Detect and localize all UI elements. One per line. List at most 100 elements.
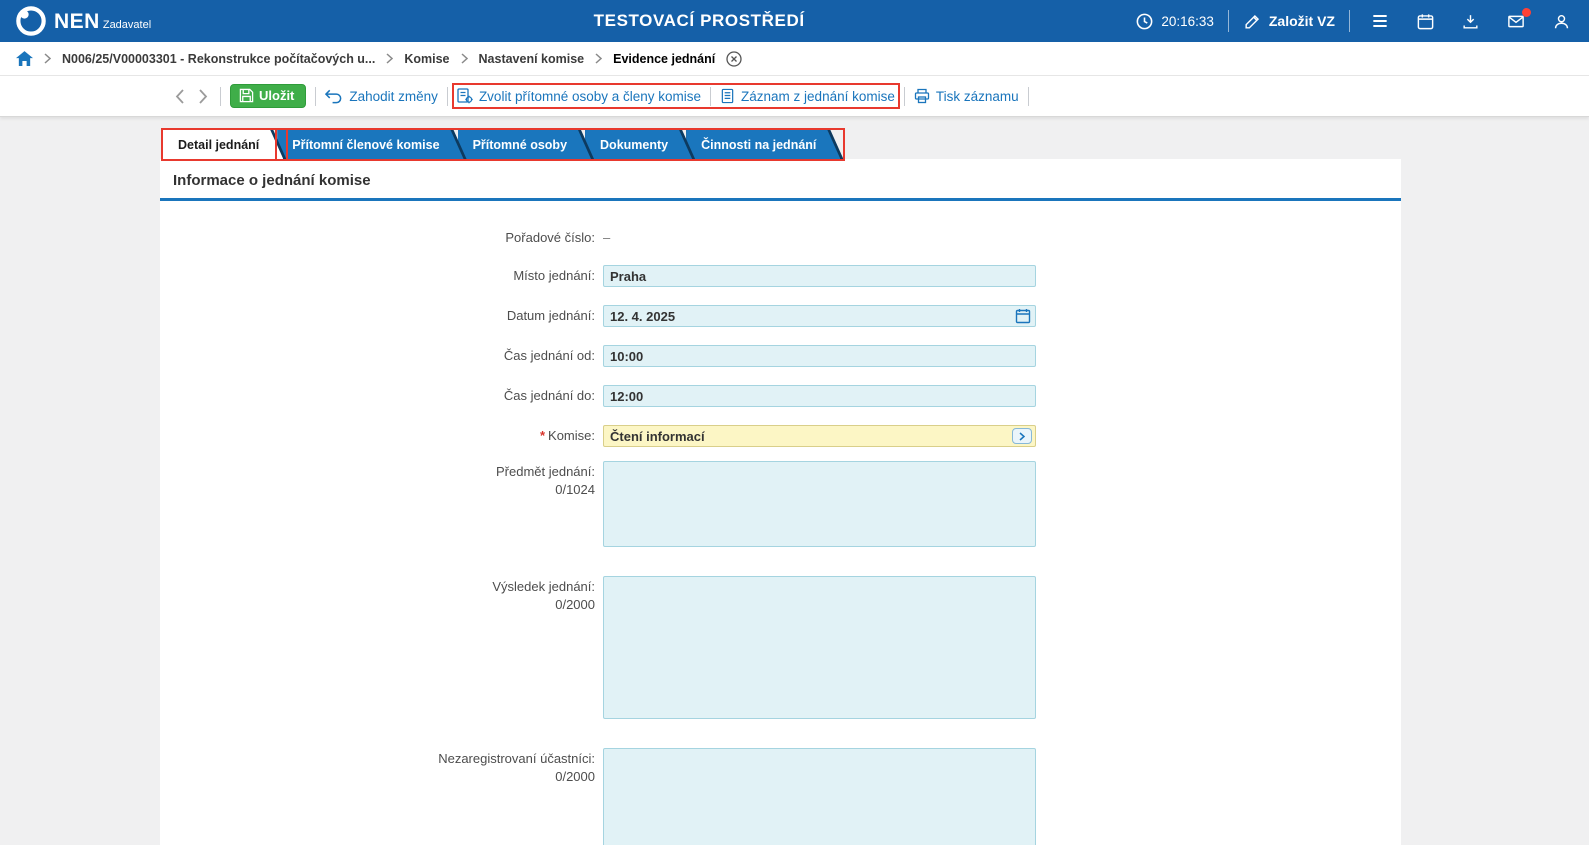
home-icon[interactable] — [16, 51, 33, 66]
predmet-jednani-textarea[interactable] — [603, 461, 1036, 547]
char-counter: 0/2000 — [160, 597, 595, 613]
toolbar-separator — [1028, 87, 1029, 106]
new-vz-button[interactable]: Založit VZ — [1243, 12, 1335, 31]
menu-icon[interactable] — [1370, 11, 1390, 31]
tabs: Detail jednání Přítomní členové komise P… — [163, 130, 1589, 159]
ucastnici-textarea[interactable] — [603, 748, 1036, 845]
document-icon — [720, 88, 735, 104]
breadcrumb-item-nastaveni-komise[interactable]: Nastavení komise — [479, 52, 585, 66]
mail-icon[interactable] — [1506, 12, 1526, 31]
print-label: Tisk záznamu — [936, 89, 1019, 104]
form-row-predmet: Předmět jednání: 0/1024 — [160, 461, 1401, 552]
cas-jednani-do-input[interactable] — [603, 385, 1036, 407]
toolbar: Uložit Zahodit změny Zvolit přítomné oso… — [0, 76, 1589, 117]
record-button[interactable]: Záznam z jednání komise — [720, 88, 895, 104]
clock-icon — [1135, 12, 1154, 31]
nav-back-button[interactable] — [172, 87, 187, 106]
download-icon[interactable] — [1461, 12, 1480, 31]
datum-jednani-input[interactable] — [603, 305, 1036, 327]
brand[interactable]: NEN Zadavatel — [54, 11, 151, 32]
toolbar-separator — [220, 87, 221, 106]
tab-label: Přítomné osoby — [473, 138, 567, 152]
form-row-ucastnici: Nezaregistrovaní účastníci: 0/2000 — [160, 748, 1401, 845]
content-panel: Informace o jednání komise Pořadové čísl… — [160, 159, 1401, 845]
cas-jednani-od-input[interactable] — [603, 345, 1036, 367]
form-row-vysledek: Výsledek jednání: 0/2000 — [160, 576, 1401, 724]
komise-label: Komise: — [548, 428, 595, 443]
main-area: Detail jednání Přítomní členové komise P… — [0, 130, 1589, 845]
field-label: Pořadové číslo: — [160, 227, 603, 246]
new-vz-label: Založit VZ — [1269, 13, 1335, 29]
clock-time: 20:16:33 — [1161, 14, 1214, 29]
required-asterisk: * — [540, 428, 545, 443]
choose-persons-label: Zvolit přítomné osoby a členy komise — [479, 89, 701, 104]
meeting-form: Pořadové číslo: – Místo jednání: Datum j… — [160, 201, 1401, 845]
tab-detail-jednani[interactable]: Detail jednání — [163, 130, 286, 159]
tab-pritomni-clenove-komise[interactable]: Přítomní členové komise — [277, 130, 466, 159]
chevron-right-icon — [595, 53, 602, 64]
form-row-cas-od: Čas jednání od: — [160, 345, 1401, 367]
tab-cinnosti-na-jednani[interactable]: Činnosti na jednání — [686, 130, 843, 159]
komise-value: Čtení informací — [610, 429, 1012, 444]
edit-icon — [1243, 12, 1262, 31]
section-header: Informace o jednání komise — [160, 159, 1401, 201]
close-icon[interactable] — [726, 51, 742, 67]
user-icon[interactable] — [1552, 12, 1571, 31]
field-label: Předmět jednání: 0/1024 — [160, 461, 603, 499]
breadcrumb-item-evidence-jednani[interactable]: Evidence jednání — [613, 52, 715, 66]
discard-changes-label: Zahodit změny — [349, 89, 438, 104]
toolbar-separator — [447, 87, 448, 106]
clock: 20:16:33 — [1135, 12, 1214, 31]
brand-name: NEN — [54, 11, 100, 32]
komise-field[interactable]: Čtení informací — [603, 425, 1036, 447]
tab-label: Dokumenty — [600, 138, 668, 152]
environment-title: TESTOVACÍ PROSTŘEDÍ — [594, 11, 805, 31]
form-row-misto: Místo jednání: — [160, 265, 1401, 287]
vysledek-jednani-textarea[interactable] — [603, 576, 1036, 719]
discard-changes-button[interactable]: Zahodit změny — [325, 89, 438, 104]
char-counter: 0/2000 — [160, 769, 595, 785]
char-counter: 0/1024 — [160, 482, 595, 498]
persons-gear-icon — [457, 88, 473, 104]
printer-icon — [914, 88, 930, 104]
save-label: Uložit — [259, 88, 294, 103]
chevron-right-icon — [386, 53, 393, 64]
brand-subtitle: Zadavatel — [103, 19, 151, 31]
section-title: Informace o jednání komise — [173, 172, 1388, 189]
field-label: Místo jednání: — [160, 265, 603, 284]
field-label: *Komise: — [160, 425, 603, 444]
misto-jednani-input[interactable] — [603, 265, 1036, 287]
record-label: Záznam z jednání komise — [741, 89, 895, 104]
header-separator — [1349, 10, 1350, 32]
form-row-cas-do: Čas jednání do: — [160, 385, 1401, 407]
tab-label: Přítomní členové komise — [292, 138, 439, 152]
predmet-label: Předmět jednání: — [496, 464, 595, 479]
header-separator — [1228, 10, 1229, 32]
date-calendar-icon[interactable] — [1015, 308, 1031, 329]
komise-expand-button[interactable] — [1012, 428, 1032, 444]
ucastnici-label: Nezaregistrovaní účastníci: — [438, 751, 595, 766]
poradove-cislo-value: – — [603, 227, 610, 245]
header-bar: NEN Zadavatel TESTOVACÍ PROSTŘEDÍ 20:16:… — [0, 0, 1589, 42]
vysledek-label: Výsledek jednání: — [492, 579, 595, 594]
field-label: Datum jednání: — [160, 305, 603, 324]
toolbar-separator — [904, 87, 905, 106]
nen-logo-icon[interactable] — [16, 6, 46, 36]
tab-pritomne-osoby[interactable]: Přítomné osoby — [458, 130, 594, 159]
undo-icon — [325, 89, 343, 104]
print-button[interactable]: Tisk záznamu — [914, 88, 1019, 104]
toolbar-separator — [710, 87, 711, 106]
tab-dokumenty[interactable]: Dokumenty — [585, 130, 695, 159]
field-label: Čas jednání od: — [160, 345, 603, 364]
field-label: Čas jednání do: — [160, 385, 603, 404]
form-row-poradove-cislo: Pořadové číslo: – — [160, 227, 1401, 247]
tab-label: Detail jednání — [178, 138, 259, 152]
nav-forward-button[interactable] — [196, 87, 211, 106]
calendar-icon[interactable] — [1416, 12, 1435, 31]
breadcrumb-item-komise[interactable]: Komise — [404, 52, 449, 66]
save-button[interactable]: Uložit — [230, 84, 306, 108]
save-icon — [239, 88, 254, 103]
breadcrumb-item-zakazka[interactable]: N006/25/V00003301 - Rekonstrukce počítač… — [62, 52, 375, 66]
choose-persons-button[interactable]: Zvolit přítomné osoby a členy komise — [457, 88, 701, 104]
chevron-right-icon — [44, 53, 51, 64]
